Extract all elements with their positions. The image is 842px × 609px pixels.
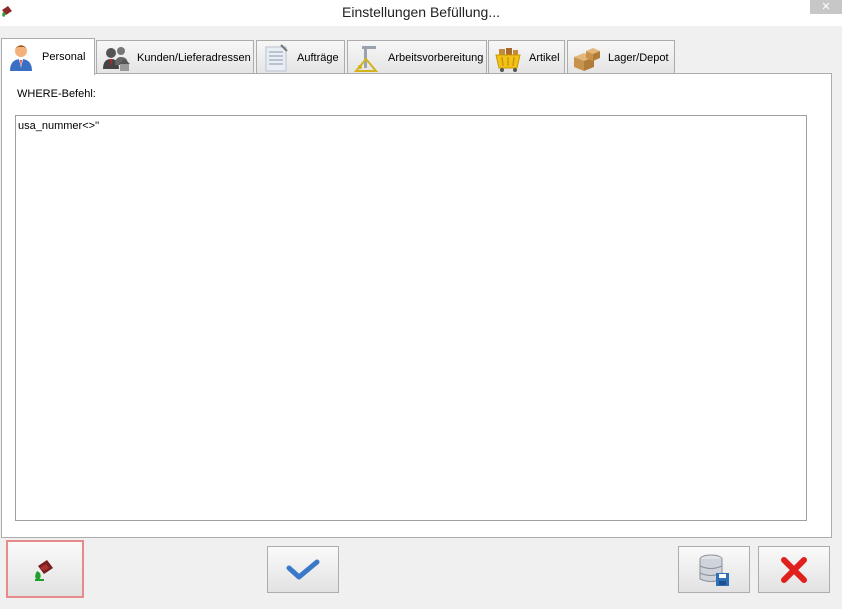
tab-personal[interactable]: Personal xyxy=(1,38,95,75)
tab-label: Kunden/Lieferadressen xyxy=(137,51,251,64)
tab-label: Arbeitsvorbereitung xyxy=(388,51,484,64)
window-title: Einstellungen Befüllung... xyxy=(342,4,500,20)
tab-label: Aufträge xyxy=(297,51,339,64)
tab-kunden-lieferadressen[interactable]: Kunden/Lieferadressen xyxy=(96,40,254,74)
tab-artikel[interactable]: Artikel xyxy=(488,40,565,74)
cancel-button[interactable] xyxy=(758,546,830,593)
orders-icon xyxy=(261,43,291,73)
fill-button[interactable] xyxy=(6,540,84,598)
database-save-icon xyxy=(697,553,731,587)
tab-label: Personal xyxy=(42,51,86,63)
where-label: WHERE-Befehl: xyxy=(17,88,96,100)
shopping-basket-icon xyxy=(493,43,523,73)
tab-auftraege[interactable]: Aufträge xyxy=(256,40,345,74)
tab-label: Lager/Depot xyxy=(608,51,669,64)
work-preparation-icon xyxy=(352,43,382,73)
red-x-icon xyxy=(779,555,809,585)
checkmark-icon xyxy=(286,559,320,581)
tab-panel-personal: WHERE-Befehl: usa_nummer<>'' xyxy=(1,73,832,538)
save-database-button[interactable] xyxy=(678,546,750,593)
tab-lager-depot[interactable]: Lager/Depot xyxy=(567,40,675,74)
window-close-button[interactable]: ✕ xyxy=(810,0,842,14)
tab-arbeitsvorbereitung[interactable]: Arbeitsvorbereitung xyxy=(347,40,487,74)
confirm-button[interactable] xyxy=(267,546,339,593)
tab-label: Artikel xyxy=(529,51,560,64)
customers-icon xyxy=(101,43,131,73)
tab-strip: Personal Kunden/Lieferadressen Aufträge … xyxy=(1,38,841,75)
boxes-icon xyxy=(572,43,602,73)
paint-bucket-icon xyxy=(32,556,58,582)
person-icon xyxy=(6,42,36,72)
title-bar: Einstellungen Befüllung... ✕ xyxy=(0,0,842,26)
where-input[interactable]: usa_nummer<>'' xyxy=(15,115,807,521)
